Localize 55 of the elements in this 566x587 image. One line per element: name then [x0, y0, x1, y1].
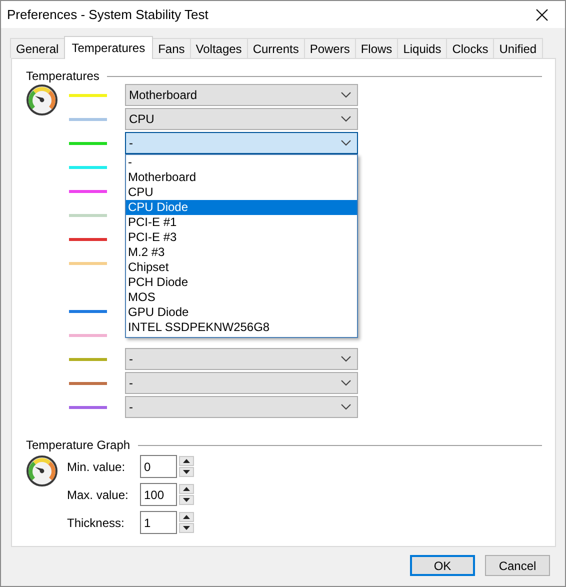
dropdown-option[interactable]: CPU [126, 185, 357, 200]
triangle-down-icon [183, 470, 190, 474]
field-label: Min. value: [67, 460, 126, 474]
sensor-dropdown[interactable]: - [125, 348, 358, 370]
triangle-up-icon [183, 515, 190, 519]
group-heading: Temperatures [26, 69, 100, 83]
chevron-down-icon [341, 140, 351, 146]
spin-up-button[interactable] [179, 456, 194, 466]
chevron-down-icon [341, 404, 351, 410]
tab[interactable]: Voltages [190, 38, 248, 58]
dropdown-option[interactable]: MOS [126, 290, 357, 305]
tab[interactable]: Liquids [397, 38, 448, 58]
default-button[interactable]: OK [410, 555, 475, 576]
dropdown-option[interactable]: CPU Diode [126, 200, 357, 215]
spin-up-button[interactable] [179, 512, 194, 522]
gauge-icon [26, 84, 58, 116]
triangle-up-icon [183, 459, 190, 463]
number-field[interactable]: 0 [140, 455, 177, 478]
chevron-down-icon [341, 92, 351, 98]
chevron-down-icon [341, 116, 351, 122]
spin-down-button[interactable] [179, 523, 194, 533]
triangle-down-icon [183, 526, 190, 530]
window-title: Preferences - System Stability Test [7, 7, 208, 22]
dropdown-option[interactable]: Motherboard [126, 170, 357, 185]
spin-up-button[interactable] [179, 484, 194, 494]
spin-down-button[interactable] [179, 467, 194, 477]
field-label: Thickness: [67, 516, 126, 530]
tab[interactable]: Temperatures [64, 36, 154, 59]
gauge-icon [26, 455, 58, 487]
dropdown-option[interactable]: INTEL SSDPEKNW256G8 [126, 320, 357, 335]
dialog-button[interactable]: Cancel [485, 555, 550, 576]
dropdown-option[interactable]: GPU Diode [126, 305, 357, 320]
dropdown-option[interactable]: M.2 #3 [126, 245, 357, 260]
dropdown-option[interactable]: Chipset [126, 260, 357, 275]
sensor-dropdown[interactable]: - [125, 396, 358, 418]
field-label: Max. value: [67, 488, 130, 502]
sensor-dropdown[interactable]: CPU [125, 108, 358, 130]
sensor-dropdown[interactable]: Motherboard [125, 84, 358, 106]
number-field[interactable]: 100 [140, 483, 177, 506]
dropdown-option[interactable]: PCH Diode [126, 275, 357, 290]
tab[interactable]: General [10, 38, 65, 58]
triangle-down-icon [183, 498, 190, 502]
chevron-down-icon [341, 356, 351, 362]
chevron-down-icon [341, 380, 351, 386]
sensor-dropdown[interactable]: - [125, 132, 358, 154]
dropdown-option[interactable]: PCI-E #3 [126, 230, 357, 245]
dropdown-option[interactable]: PCI-E #1 [126, 215, 357, 230]
close-icon [536, 8, 548, 20]
sensor-dropdown[interactable]: - [125, 372, 358, 394]
dropdown-option[interactable]: - [126, 155, 357, 170]
number-field[interactable]: 1 [140, 511, 177, 534]
triangle-up-icon [183, 487, 190, 491]
group-heading: Temperature Graph [26, 438, 130, 452]
spin-down-button[interactable] [179, 495, 194, 505]
tab[interactable]: Unified [493, 38, 543, 58]
